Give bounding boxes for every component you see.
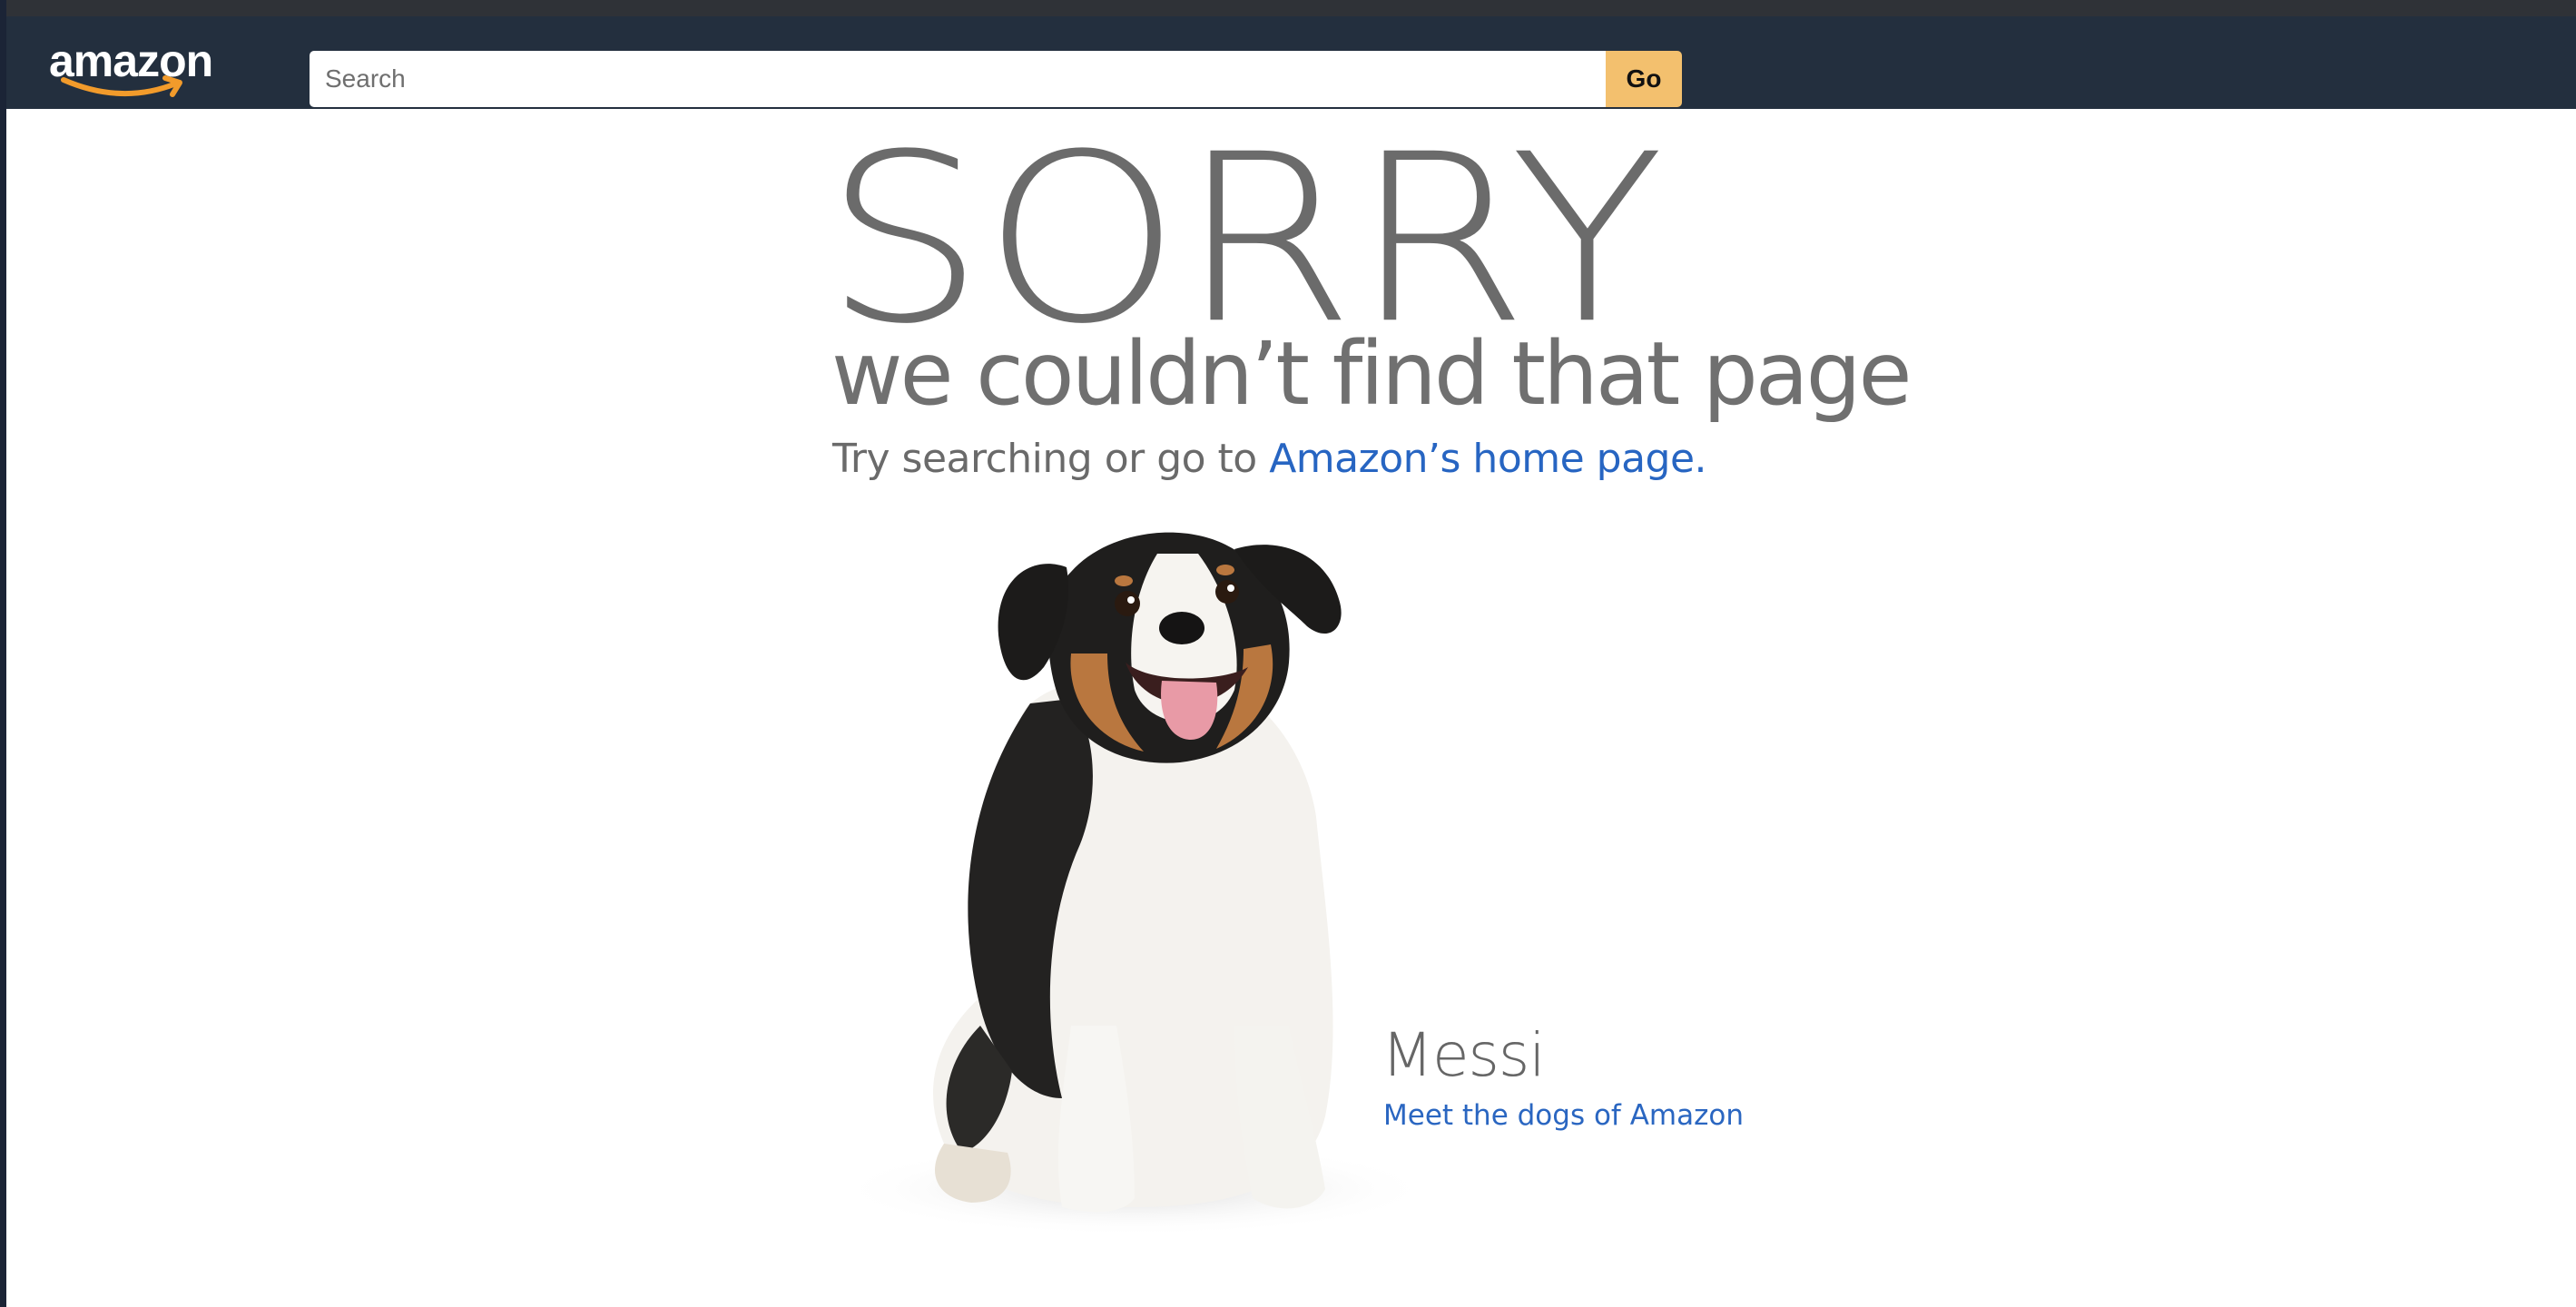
try-text: Try searching or go to — [832, 436, 1270, 482]
browser-top-strip — [0, 0, 2576, 16]
search-form: Go — [310, 51, 1682, 107]
go-button[interactable]: Go — [1606, 51, 1682, 107]
window-left-edge — [0, 0, 6, 1307]
search-input[interactable] — [310, 51, 1608, 107]
amazon-smile-icon — [61, 75, 182, 97]
meet-the-dogs-link[interactable]: Meet the dogs of Amazon — [1383, 1102, 1744, 1130]
try-searching-line: Try searching or go to Amazon’s home pag… — [832, 436, 1707, 482]
dog-photo — [835, 532, 1434, 1236]
error-subtitle: we couldn’t find that page — [831, 323, 1912, 425]
dog-name: Messi — [1381, 1020, 1546, 1090]
amazon-logo[interactable]: amazon — [49, 34, 221, 103]
home-page-link[interactable]: Amazon’s home page. — [1269, 436, 1706, 482]
error-title: SORRY — [824, 103, 1665, 375]
navbar: amazon Go — [6, 16, 2576, 109]
